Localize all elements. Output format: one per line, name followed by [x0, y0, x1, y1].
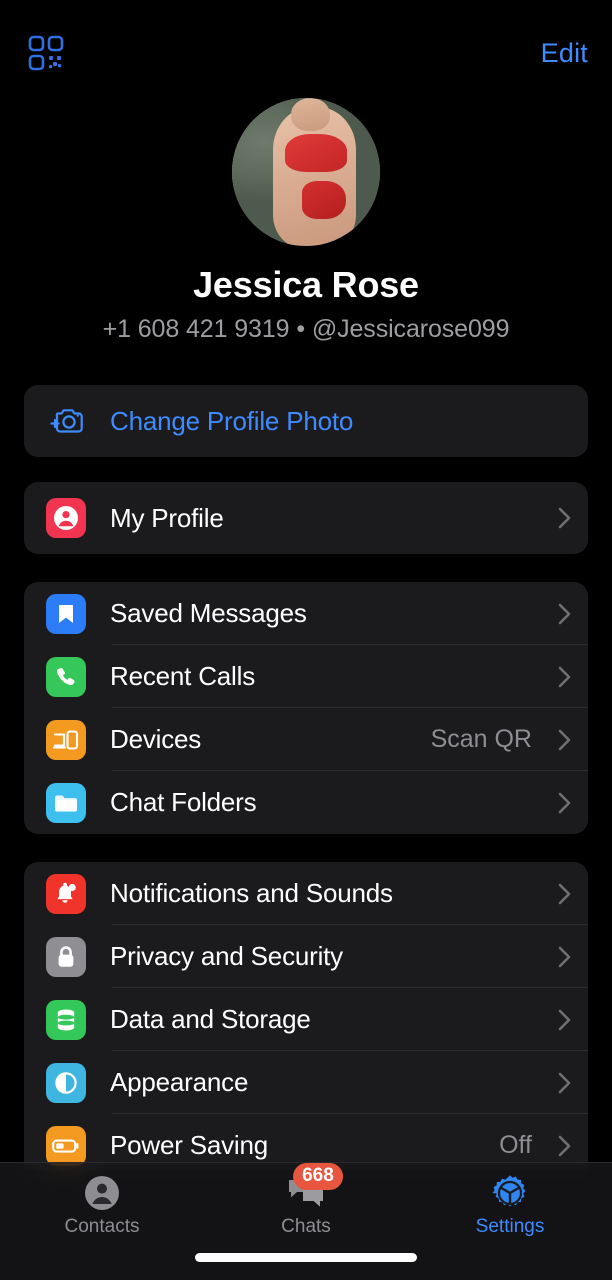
row-label: Power Saving [110, 1130, 269, 1160]
chevron-right-icon [546, 882, 572, 906]
tab-label: Contacts [64, 1216, 140, 1237]
tab-contacts[interactable]: Contacts [0, 1163, 204, 1239]
chevron-right-icon [546, 602, 572, 626]
top-bar: Edit [0, 0, 612, 96]
change-profile-photo-label: Change Profile Photo [110, 405, 354, 436]
row-label: Privacy and Security [110, 941, 343, 971]
chevron-right-icon [546, 1008, 572, 1032]
tab-settings[interactable]: Settings [408, 1163, 612, 1239]
telegram-settings-screen: Edit Jessica Rose +1 608 421 9319 • @Jes… [0, 0, 612, 1280]
row-label: Data and Storage [110, 1004, 311, 1034]
change-profile-photo-card: Change Profile Photo [24, 385, 588, 457]
profile-header: Jessica Rose +1 608 421 9319 • @Jessicar… [0, 96, 612, 344]
row-privacy-and-security[interactable]: Privacy and Security [24, 925, 588, 988]
avatar-bottom-garment [301, 180, 346, 220]
tab-bar: Contacts 668 Chats Settings [0, 1162, 612, 1280]
person-icon [83, 1173, 121, 1213]
contrast-icon [46, 1062, 86, 1103]
row-label: Appearance [110, 1067, 249, 1097]
chats-icon: 668 [285, 1163, 343, 1213]
profile-group-card: My Profile [24, 482, 588, 554]
row-label: Chat Folders [110, 787, 257, 817]
row-appearance[interactable]: Appearance [24, 1051, 588, 1114]
person-circle-icon [46, 498, 86, 538]
avatar-top-garment [285, 133, 348, 172]
row-data-and-storage[interactable]: Data and Storage [24, 988, 588, 1051]
settings-group-card: Notifications and Sounds Privacy and Sec… [24, 862, 588, 1170]
chevron-right-icon [546, 945, 572, 969]
row-notifications-and-sounds[interactable]: Notifications and Sounds [24, 862, 588, 925]
row-my-profile[interactable]: My Profile [24, 482, 588, 554]
phone-icon [46, 656, 86, 697]
row-value: Off [499, 1131, 532, 1159]
row-devices[interactable]: Devices Scan QR [24, 708, 588, 771]
database-icon [46, 999, 86, 1040]
chevron-right-icon [546, 1071, 572, 1095]
row-value: Scan QR [430, 725, 532, 753]
qr-code-icon[interactable] [26, 33, 66, 73]
row-saved-messages[interactable]: Saved Messages [24, 582, 588, 645]
gear-icon [490, 1173, 530, 1213]
row-chat-folders[interactable]: Chat Folders [24, 771, 588, 834]
chevron-right-icon [546, 791, 572, 815]
bell-icon [46, 873, 86, 914]
home-indicator [195, 1253, 417, 1262]
main-group-card: Saved Messages Recent Calls Devices Scan… [24, 582, 588, 834]
folder-icon [46, 782, 86, 823]
profile-name: Jessica Rose [193, 264, 419, 305]
avatar-head [291, 98, 330, 131]
profile-subtitle: +1 608 421 9319 • @Jessicarose099 [102, 315, 510, 343]
change-profile-photo-row[interactable]: Change Profile Photo [24, 385, 588, 457]
chevron-right-icon [546, 728, 572, 752]
row-label: Saved Messages [110, 598, 307, 628]
chevron-right-icon [546, 506, 572, 530]
chats-badge: 668 [293, 1163, 343, 1190]
settings-scroll-area[interactable]: Edit Jessica Rose +1 608 421 9319 • @Jes… [0, 0, 612, 1170]
bookmark-icon [46, 593, 86, 634]
tab-chats[interactable]: 668 Chats [204, 1163, 408, 1239]
lock-icon [46, 936, 86, 977]
row-label: My Profile [110, 502, 224, 533]
devices-icon [46, 719, 86, 760]
row-label: Recent Calls [110, 661, 255, 691]
row-label: Notifications and Sounds [110, 878, 393, 908]
row-label: Devices [110, 724, 202, 754]
tab-label: Chats [281, 1216, 331, 1237]
edit-button[interactable]: Edit [541, 38, 588, 69]
row-recent-calls[interactable]: Recent Calls [24, 645, 588, 708]
tab-label: Settings [475, 1216, 545, 1237]
chevron-right-icon [546, 665, 572, 689]
battery-icon [46, 1125, 86, 1166]
camera-plus-icon [46, 401, 86, 441]
avatar[interactable] [232, 98, 380, 246]
chevron-right-icon [546, 1134, 572, 1158]
